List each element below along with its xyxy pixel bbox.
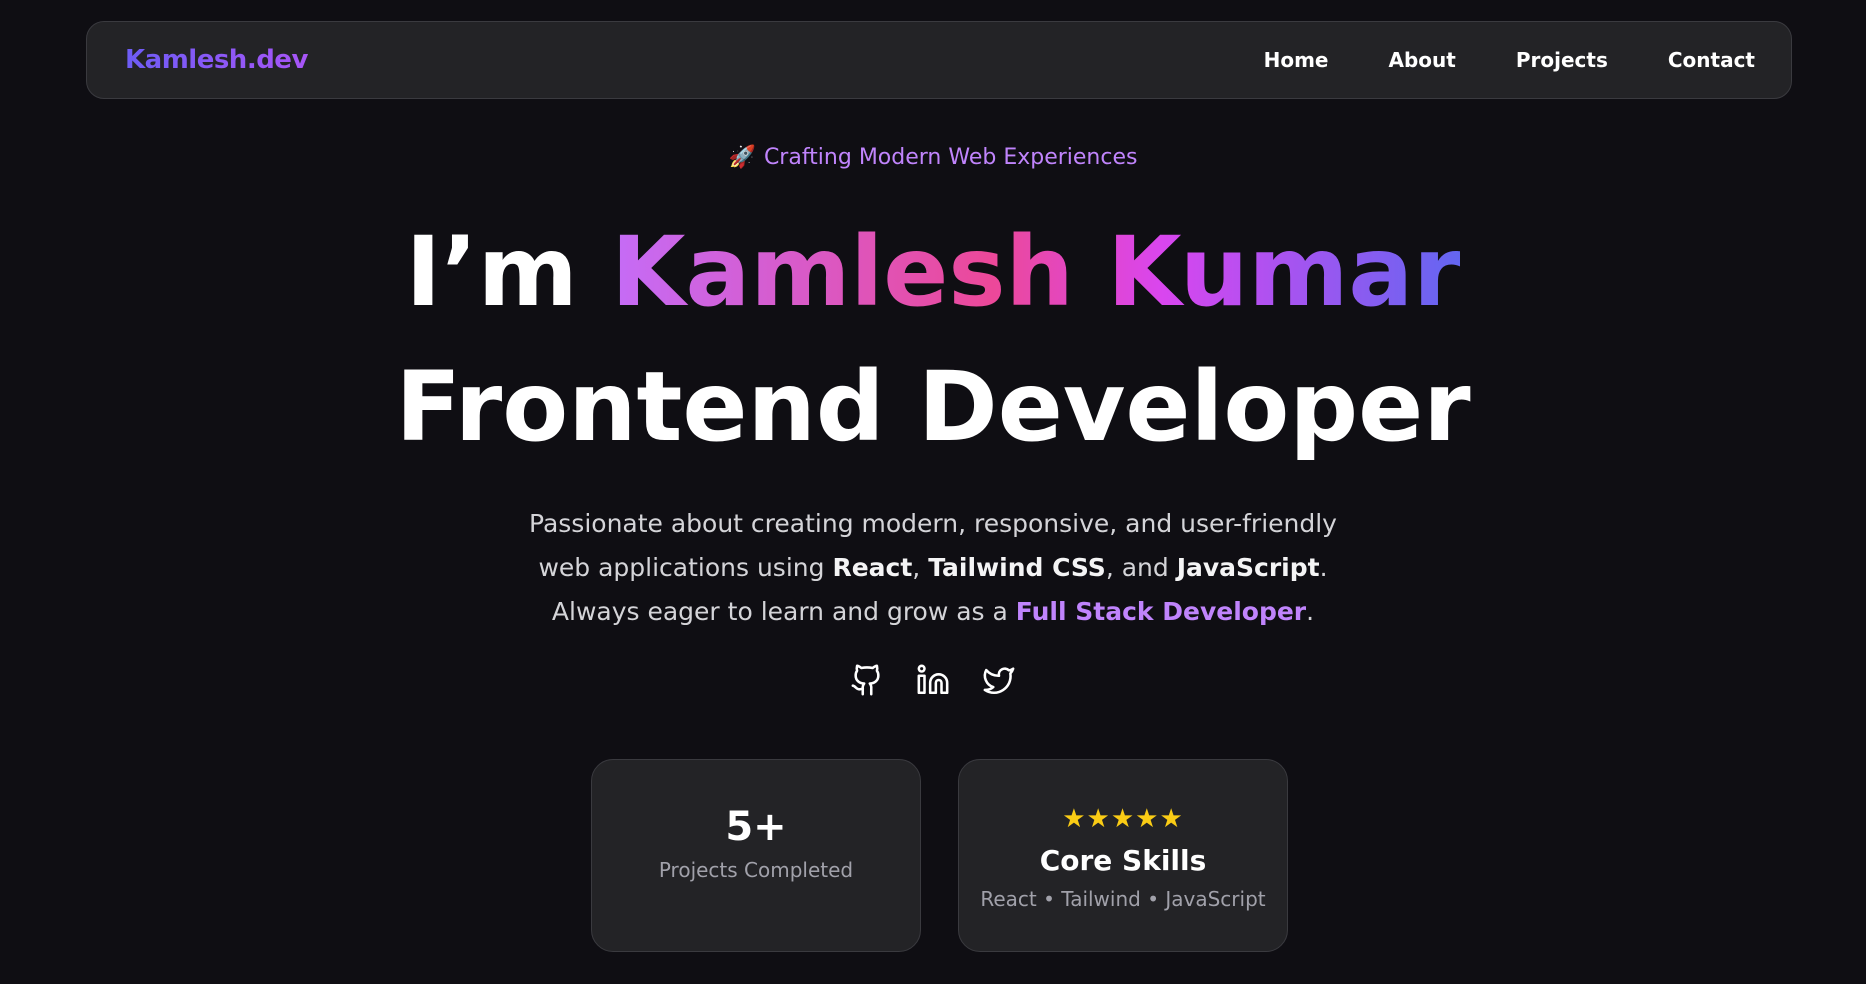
nav-link-about[interactable]: About (1389, 48, 1456, 72)
tagline-text: Crafting Modern Web Experiences (763, 145, 1138, 170)
developer-name: Kamlesh Kumar (611, 216, 1461, 328)
github-link[interactable] (849, 662, 885, 698)
tech-javascript: JavaScript (1176, 553, 1320, 582)
star-rating-icon: ★★★★★ (1062, 804, 1184, 834)
linkedin-icon (917, 664, 949, 695)
hero-heading-role: Frontend Developer (395, 351, 1471, 463)
nav-link-home[interactable]: Home (1264, 48, 1329, 72)
goal-highlight: Full Stack Developer (1015, 597, 1307, 626)
hero-heading-name: I’m Kamlesh Kumar (0, 224, 1866, 320)
hero-intro: Passionate about creating modern, respon… (513, 502, 1353, 634)
brand-logo[interactable]: Kamlesh.dev (125, 45, 308, 75)
tech-react: React (832, 553, 913, 582)
rocket-icon: 🚀 (728, 145, 756, 170)
projects-count: 5+ (725, 804, 787, 850)
intro-text: . (1306, 597, 1315, 626)
nav-link-projects[interactable]: Projects (1516, 48, 1608, 72)
skills-title: Core Skills (1039, 844, 1207, 877)
nav-links: Home About Projects Contact (1264, 48, 1755, 72)
intro-sep: , (912, 553, 929, 582)
skills-list: React • Tailwind • JavaScript (980, 887, 1266, 911)
greeting-text: I’m (405, 216, 578, 328)
stat-card-projects: 5+ Projects Completed (591, 759, 921, 952)
stat-card-skills: ★★★★★ Core Skills React • Tailwind • Jav… (958, 759, 1288, 952)
nav-link-contact[interactable]: Contact (1668, 48, 1755, 72)
hero-tagline: 🚀 Crafting Modern Web Experiences (0, 145, 1866, 170)
social-links (0, 662, 1866, 698)
twitter-icon (983, 667, 1015, 695)
twitter-link[interactable] (981, 662, 1017, 698)
tech-tailwind: Tailwind CSS (928, 553, 1106, 582)
intro-sep: , and (1105, 553, 1177, 582)
projects-label: Projects Completed (658, 858, 854, 882)
linkedin-link[interactable] (915, 662, 951, 698)
page: Kamlesh.dev Home About Projects Contact … (0, 0, 1866, 984)
github-icon (851, 664, 880, 696)
navbar: Kamlesh.dev Home About Projects Contact (86, 21, 1792, 99)
